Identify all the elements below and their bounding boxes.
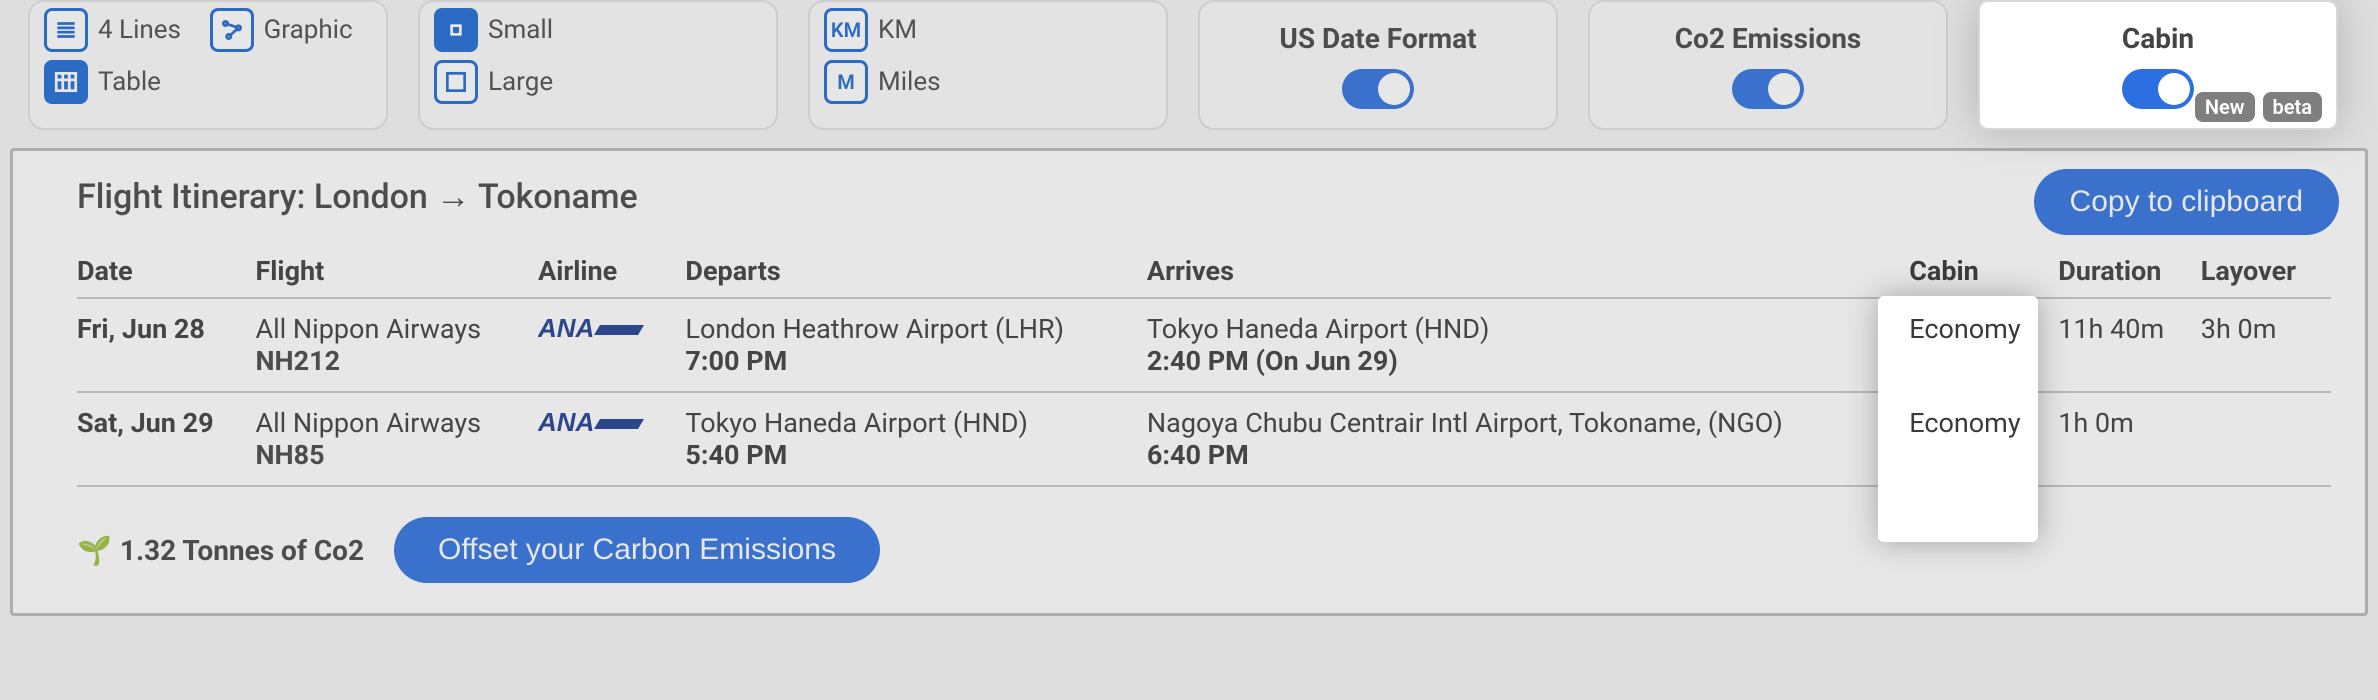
co2-amount: 🌱 1.32 Tonnes of Co2 bbox=[77, 534, 364, 567]
col-arrives: Arrives bbox=[1147, 245, 1909, 298]
table-row: Fri, Jun 28 All Nippon Airways NH212 ANA… bbox=[77, 298, 2331, 392]
table-icon bbox=[44, 60, 88, 104]
svg-text:ANA: ANA bbox=[538, 407, 594, 437]
option-label: Small bbox=[488, 15, 553, 45]
option-4-lines[interactable]: 4 Lines bbox=[44, 8, 192, 52]
cell-arr-airport: Nagoya Chubu Centrair Intl Airport, Toko… bbox=[1147, 407, 1783, 439]
option-label: Table bbox=[98, 67, 161, 97]
option-km[interactable]: KM KM bbox=[824, 8, 1152, 52]
option-label: 4 Lines bbox=[98, 15, 181, 45]
cell-layover bbox=[2201, 392, 2331, 486]
cell-cabin: Economy bbox=[1909, 392, 2058, 486]
cell-duration: 11h 40m bbox=[2058, 298, 2201, 392]
option-label: Large bbox=[488, 67, 553, 97]
graphic-icon bbox=[210, 8, 254, 52]
option-table[interactable]: Table bbox=[44, 60, 372, 104]
ana-logo-icon: ANA bbox=[538, 407, 648, 441]
col-cabin: Cabin bbox=[1909, 245, 2058, 298]
option-large[interactable]: Large bbox=[434, 60, 762, 104]
offset-carbon-button[interactable]: Offset your Carbon Emissions bbox=[394, 517, 880, 583]
option-graphic[interactable]: Graphic bbox=[210, 8, 358, 52]
table-row: Sat, Jun 29 All Nippon Airways NH85 ANA … bbox=[77, 392, 2331, 486]
itinerary-table: Date Flight Airline Departs Arrives Cabi… bbox=[77, 245, 2331, 487]
co2-text: 1.32 Tonnes of Co2 bbox=[120, 534, 364, 567]
lines-icon bbox=[44, 8, 88, 52]
cell-arr-time: 2:40 PM (On Jun 29) bbox=[1147, 345, 1398, 377]
us-date-toggle[interactable] bbox=[1342, 69, 1414, 109]
itinerary-title: Flight Itinerary: London → Tokoname bbox=[77, 177, 2331, 217]
co2-toggle-card: Co2 Emissions bbox=[1588, 0, 1948, 130]
cell-flight-no: NH85 bbox=[255, 439, 324, 471]
size-group: Small Large bbox=[418, 0, 778, 130]
option-small[interactable]: Small bbox=[434, 8, 762, 52]
us-date-toggle-card: US Date Format bbox=[1198, 0, 1558, 130]
large-icon bbox=[434, 60, 478, 104]
cell-carrier: All Nippon Airways bbox=[255, 313, 481, 345]
seedling-icon: 🌱 bbox=[77, 534, 112, 567]
col-layover: Layover bbox=[2201, 245, 2331, 298]
toggle-label: US Date Format bbox=[1279, 22, 1476, 55]
option-label: Graphic bbox=[264, 15, 353, 45]
toggle-label: Cabin bbox=[2122, 22, 2194, 55]
cell-cabin: Economy bbox=[1909, 298, 2058, 392]
cell-layover: 3h 0m bbox=[2201, 298, 2331, 392]
miles-icon: M bbox=[824, 60, 868, 104]
option-label: Miles bbox=[878, 67, 941, 97]
co2-toggle[interactable] bbox=[1732, 69, 1804, 109]
cell-dep-time: 7:00 PM bbox=[685, 345, 787, 377]
option-label: KM bbox=[878, 15, 917, 45]
option-miles[interactable]: M Miles bbox=[824, 60, 1152, 104]
svg-text:ANA: ANA bbox=[538, 313, 594, 343]
col-duration: Duration bbox=[2058, 245, 2201, 298]
units-group: KM KM M Miles bbox=[808, 0, 1168, 130]
cell-dep-airport: London Heathrow Airport (LHR) bbox=[685, 313, 1064, 345]
col-airline: Airline bbox=[538, 245, 685, 298]
col-departs: Departs bbox=[685, 245, 1147, 298]
view-mode-group: 4 Lines Graphic Table bbox=[28, 0, 388, 130]
new-badge: New bbox=[2195, 92, 2255, 122]
toggle-label: Co2 Emissions bbox=[1675, 22, 1862, 55]
cell-duration: 1h 0m bbox=[2058, 392, 2201, 486]
cell-date: Sat, Jun 29 bbox=[77, 407, 214, 439]
beta-badge: beta bbox=[2263, 92, 2322, 122]
col-flight: Flight bbox=[255, 245, 538, 298]
cell-date: Fri, Jun 28 bbox=[77, 313, 205, 345]
cell-dep-airport: Tokyo Haneda Airport (HND) bbox=[685, 407, 1027, 439]
col-date: Date bbox=[77, 245, 255, 298]
ana-logo-icon: ANA bbox=[538, 313, 648, 347]
small-icon bbox=[434, 8, 478, 52]
cell-carrier: All Nippon Airways bbox=[255, 407, 481, 439]
cell-dep-time: 5:40 PM bbox=[685, 439, 787, 471]
cell-arr-time: 6:40 PM bbox=[1147, 439, 1249, 471]
cabin-toggle-card: Cabin New beta bbox=[1978, 0, 2338, 130]
copy-clipboard-button[interactable]: Copy to clipboard bbox=[2034, 169, 2339, 235]
cell-arr-airport: Tokyo Haneda Airport (HND) bbox=[1147, 313, 1489, 345]
cabin-toggle[interactable] bbox=[2122, 69, 2194, 109]
km-icon: KM bbox=[824, 8, 868, 52]
itinerary-panel: Copy to clipboard Flight Itinerary: Lond… bbox=[10, 148, 2368, 616]
cell-flight-no: NH212 bbox=[255, 345, 340, 377]
